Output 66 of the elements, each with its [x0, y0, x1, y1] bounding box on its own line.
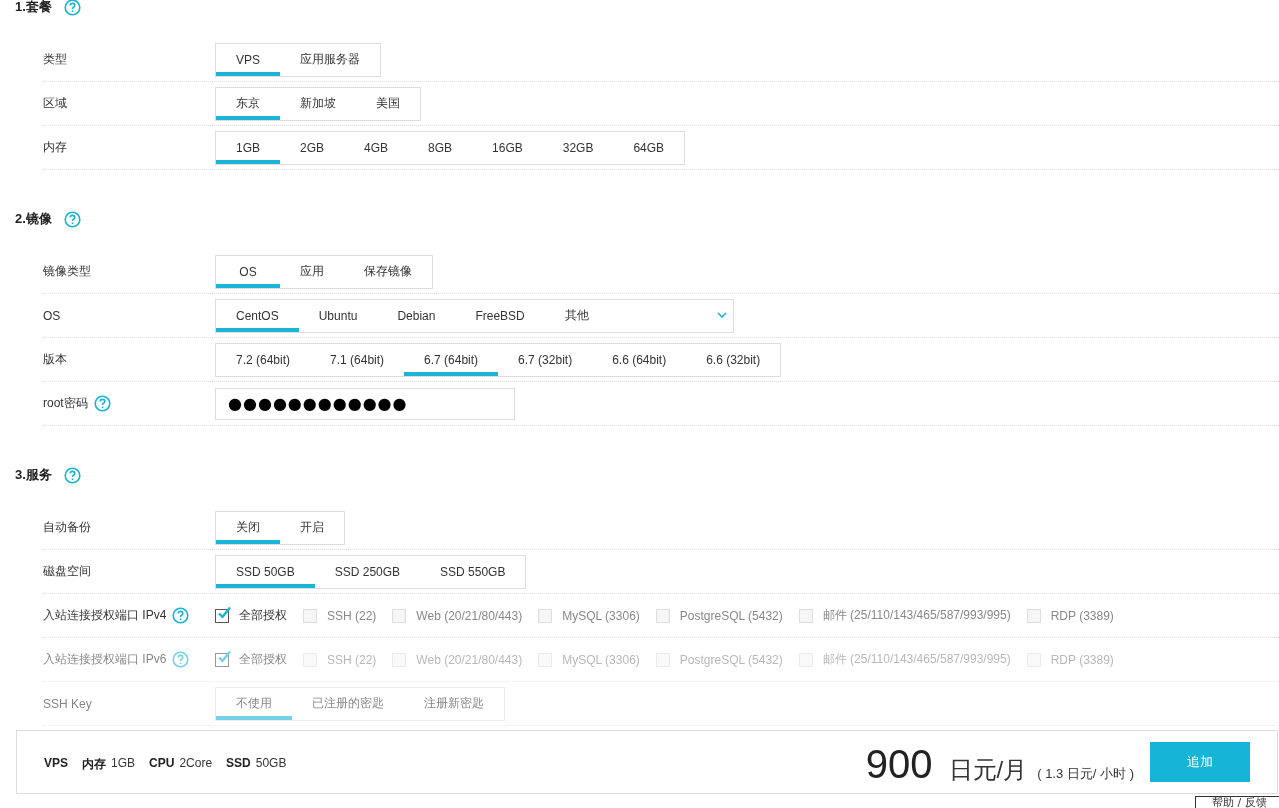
option-tab[interactable]: FreeBSD — [455, 299, 545, 332]
option-tab[interactable]: 应用服务器 — [280, 43, 380, 76]
help-icon[interactable] — [93, 395, 111, 412]
help-icon[interactable] — [63, 210, 81, 228]
field-label: root密码 — [43, 395, 88, 412]
option-tab[interactable]: CentOS — [216, 299, 299, 332]
spec-name: SSD — [226, 755, 251, 772]
option-tab[interactable]: 开启 — [280, 511, 344, 544]
option-tab[interactable]: 6.6 (32bit) — [686, 343, 781, 376]
spec-name: CPU — [149, 755, 175, 772]
price-amount: 900 — [865, 741, 933, 787]
option-tab[interactable]: 新加坡 — [280, 87, 356, 120]
price-unit: 日元/月 — [948, 754, 1028, 785]
field-label: 磁盘空间 — [43, 563, 91, 580]
option-tab[interactable]: 2GB — [280, 131, 345, 164]
spec-value: 50GB — [255, 755, 287, 772]
option-tab[interactable]: VPS — [216, 43, 280, 76]
hourly-price: ( 1.3 日元/ 小时 ) — [1037, 764, 1134, 783]
option-tab[interactable]: 32GB — [542, 131, 614, 164]
field-label: SSH Key — [43, 696, 92, 711]
field-label: 类型 — [43, 51, 67, 68]
help-icon[interactable] — [63, 0, 81, 16]
option-tab[interactable]: 关闭 — [216, 511, 280, 544]
checkbox[interactable] — [215, 608, 229, 623]
option-tab[interactable]: 应用 — [280, 255, 344, 288]
field-label: 入站连接授权端口 IPv6 — [43, 651, 167, 668]
option-tab[interactable]: 4GB — [344, 131, 409, 164]
password-field[interactable]: ●●●●●●●●●●●● — [215, 387, 515, 420]
help-icon[interactable] — [63, 466, 81, 484]
option-tab[interactable]: 其他 — [544, 299, 609, 332]
section-title: 3.服务 — [15, 466, 52, 484]
option-tab[interactable]: SSD 550GB — [420, 555, 526, 588]
field-label: 区域 — [43, 95, 67, 112]
option-tab[interactable]: 7.1 (64bit) — [310, 343, 405, 376]
option-tab[interactable]: 1GB — [216, 131, 280, 164]
option-tab[interactable]: SSD 250GB — [314, 555, 421, 588]
field-label: 内存 — [43, 139, 67, 156]
option-tab[interactable]: 16GB — [472, 131, 543, 164]
checkbox-label[interactable]: 全部授权 — [239, 607, 287, 624]
option-tab[interactable]: Debian — [377, 299, 456, 332]
spec-value: 1GB — [111, 755, 136, 772]
option-tab[interactable]: 东京 — [216, 87, 280, 120]
field-label: 版本 — [43, 351, 67, 368]
option-tab[interactable]: 保存镜像 — [344, 255, 432, 288]
spec-name: VPS — [44, 755, 68, 772]
option-tab[interactable]: 6.6 (64bit) — [592, 343, 687, 376]
section-title: 2.镜像 — [15, 210, 52, 228]
option-tab[interactable]: 6.7 (32bit) — [498, 343, 593, 376]
help-feedback-button[interactable]: 帮助 / 反馈 — [1195, 796, 1279, 808]
option-tab[interactable]: 8GB — [408, 131, 473, 164]
option-tab[interactable]: SSD 50GB — [216, 555, 315, 588]
option-tab[interactable]: Ubuntu — [298, 299, 378, 332]
field-label: 自动备份 — [43, 519, 91, 536]
chevron-down-icon[interactable] — [717, 311, 727, 318]
spec-name: 内存 — [82, 755, 106, 773]
option-tab[interactable]: 6.7 (64bit) — [404, 343, 499, 376]
section-title: 1.套餐 — [15, 0, 52, 16]
help-icon[interactable] — [172, 607, 190, 624]
field-label: 入站连接授权端口 IPv4 — [43, 607, 167, 624]
option-tab[interactable]: 64GB — [613, 131, 685, 164]
option-tab[interactable]: 7.2 (64bit) — [216, 343, 311, 376]
option-tab[interactable]: OS — [216, 255, 280, 288]
option-tab[interactable]: 美国 — [356, 87, 420, 120]
field-label: 镜像类型 — [43, 263, 91, 280]
spec-value: 2Core — [179, 755, 213, 772]
field-label: OS — [43, 308, 61, 323]
